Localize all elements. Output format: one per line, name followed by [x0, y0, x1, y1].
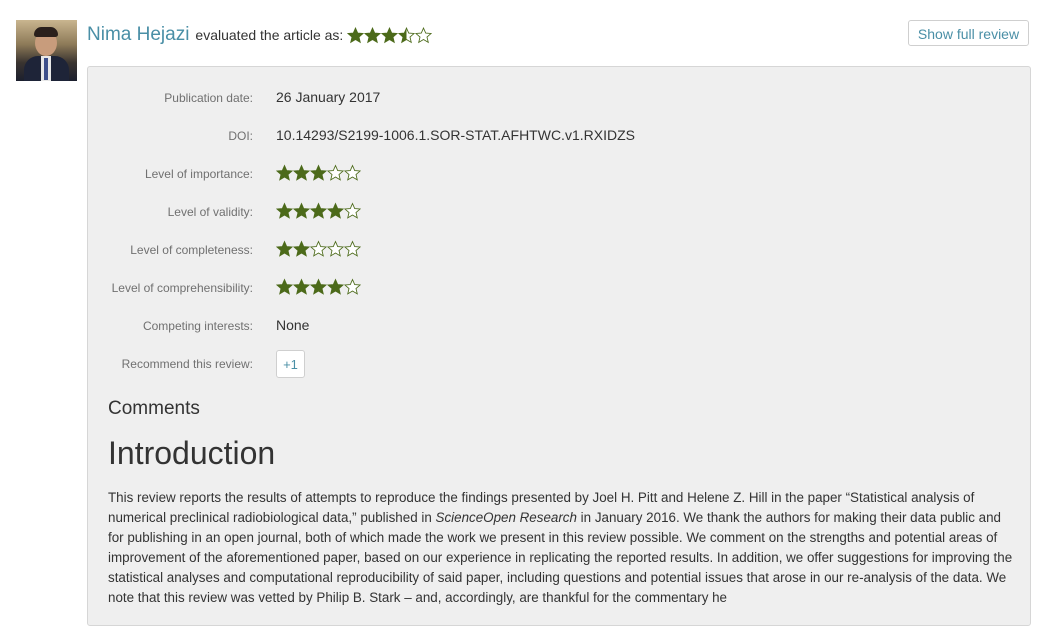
show-full-review-button[interactable]: Show full review — [908, 20, 1029, 46]
validity-label: Level of validity: — [167, 205, 253, 219]
star-full-icon — [293, 240, 310, 257]
review-body-text: This review reports the results of attem… — [108, 488, 1013, 608]
comments-heading: Comments — [108, 398, 200, 419]
review-details-panel: Publication date: 26 January 2017 DOI: 1… — [87, 66, 1031, 626]
validity-stars — [276, 202, 361, 220]
star-empty-icon — [327, 164, 344, 181]
publication-date-label: Publication date: — [164, 91, 253, 105]
star-full-icon — [293, 164, 310, 181]
completeness-stars — [276, 240, 361, 258]
importance-label: Level of importance: — [144, 167, 253, 181]
doi-label: DOI: — [228, 129, 253, 143]
star-half-icon — [398, 26, 416, 43]
journal-name: ScienceOpen Research — [435, 510, 577, 525]
recommend-label: Recommend this review: — [121, 357, 253, 371]
star-empty-icon — [344, 164, 361, 181]
star-full-icon — [293, 278, 310, 295]
star-empty-icon — [310, 240, 327, 257]
comprehensibility-stars — [276, 278, 361, 296]
star-empty-icon — [415, 26, 433, 43]
doi-value[interactable]: 10.14293/S2199-1006.1.SOR-STAT.AFHTWC.v1… — [276, 127, 635, 143]
comprehensibility-label: Level of comprehensibility: — [111, 281, 253, 295]
star-full-icon — [293, 202, 310, 219]
evaluation-text: evaluated the article as: — [195, 27, 344, 43]
star-full-icon — [276, 164, 293, 181]
star-empty-icon — [344, 278, 361, 295]
star-full-icon — [310, 164, 327, 181]
reviewer-name[interactable]: Nima Hejazi — [87, 24, 189, 46]
reviewer-avatar[interactable] — [16, 20, 77, 81]
review-header: Nima Hejazi evaluated the article as: — [87, 22, 433, 48]
star-full-icon — [327, 278, 344, 295]
star-empty-icon — [344, 202, 361, 219]
importance-stars — [276, 164, 361, 182]
plus-one-button[interactable]: +1 — [276, 350, 305, 378]
overall-rating-stars — [347, 26, 433, 44]
star-full-icon — [310, 202, 327, 219]
star-full-icon — [310, 278, 327, 295]
publication-date-value: 26 January 2017 — [276, 89, 381, 105]
star-full-icon — [276, 240, 293, 257]
competing-interests-label: Competing interests: — [142, 319, 253, 333]
star-empty-icon — [327, 240, 344, 257]
competing-interests-value: None — [276, 317, 310, 333]
completeness-label: Level of completeness: — [130, 243, 253, 257]
star-full-icon — [327, 202, 344, 219]
star-full-icon — [276, 202, 293, 219]
star-full-icon — [276, 278, 293, 295]
star-empty-icon — [344, 240, 361, 257]
star-full-icon — [381, 26, 399, 43]
star-full-icon — [347, 26, 365, 43]
star-full-icon — [364, 26, 382, 43]
introduction-heading: Introduction — [108, 435, 276, 471]
